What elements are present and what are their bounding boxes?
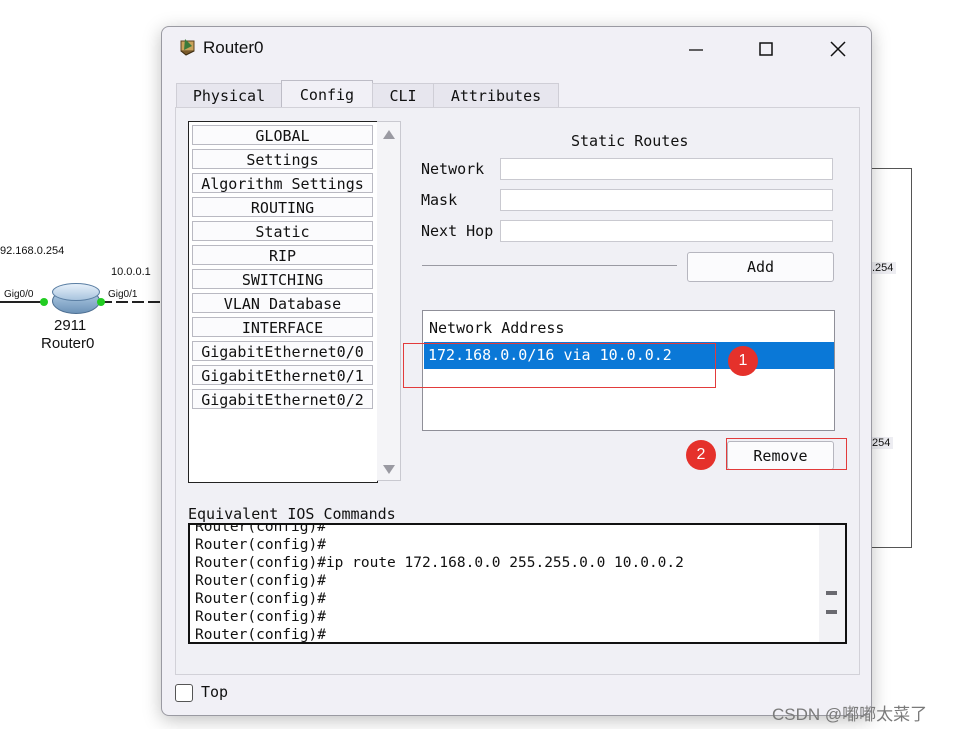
- sidebar-item-global[interactable]: GLOBAL: [192, 125, 373, 145]
- sidebar-item-settings[interactable]: Settings: [192, 149, 373, 169]
- highlight-box-remove: [726, 438, 847, 470]
- maximize-button[interactable]: [753, 37, 779, 61]
- ios-console[interactable]: Router(config)# Router(config)# Router(c…: [188, 523, 847, 644]
- sidebar-item-static[interactable]: Static: [192, 221, 373, 241]
- highlight-box-route: [403, 343, 716, 388]
- scroll-grip-icon: [826, 610, 837, 614]
- maximize-icon: [759, 42, 773, 56]
- port-label-left: Gig0/0: [4, 289, 34, 300]
- window-title: Router0: [203, 38, 264, 57]
- edge-label-2: 254: [869, 437, 894, 449]
- router-config-window: Router0 Physical Config CLI Attributes G…: [161, 26, 872, 716]
- link-right: [100, 301, 160, 303]
- tab-attributes[interactable]: Attributes: [433, 83, 559, 107]
- watermark: CSDN @嘟嘟太菜了: [772, 705, 928, 724]
- list-header: Network Address: [429, 319, 565, 337]
- close-button[interactable]: [825, 37, 851, 61]
- edge-label-1: .254: [869, 262, 897, 274]
- device-model: 2911: [54, 317, 87, 334]
- tab-cli[interactable]: CLI: [372, 83, 434, 107]
- sidebar-item-vlan-database[interactable]: VLAN Database: [192, 293, 373, 313]
- port-status-left: [40, 298, 48, 306]
- console-line: Router(config)#: [195, 627, 326, 643]
- network-label: Network: [421, 160, 485, 178]
- console-line: Router(config)#: [195, 573, 326, 589]
- ip-label-left: 92.168.0.254: [0, 245, 65, 257]
- console-scrollbar[interactable]: [819, 525, 845, 642]
- sidebar-item-gig0-0[interactable]: GigabitEthernet0/0: [192, 341, 373, 361]
- annotation-badge-2: 2: [686, 440, 716, 470]
- static-routes-title: Static Routes: [571, 132, 689, 150]
- config-sidebar: GLOBAL Settings Algorithm Settings ROUTI…: [188, 121, 378, 483]
- background-area: [869, 168, 912, 548]
- tab-physical[interactable]: Physical: [176, 83, 282, 107]
- scroll-grip-icon: [826, 591, 837, 595]
- sidebar-scrollbar[interactable]: [377, 121, 401, 481]
- tab-config[interactable]: Config: [281, 80, 373, 108]
- add-button[interactable]: Add: [687, 252, 834, 282]
- separator: [422, 265, 677, 266]
- minimize-button[interactable]: [683, 37, 709, 61]
- sidebar-item-switching[interactable]: SWITCHING: [192, 269, 373, 289]
- console-line: Router(config)#: [195, 537, 326, 553]
- close-icon: [830, 41, 846, 57]
- console-line: Router(config)#ip route 172.168.0.0 255.…: [195, 555, 684, 571]
- top-label: Top: [201, 683, 229, 701]
- ios-commands-label: Equivalent IOS Commands: [188, 505, 396, 523]
- console-line: Router(config)#: [195, 523, 326, 535]
- mask-label: Mask: [421, 191, 458, 209]
- title-bar[interactable]: Router0: [162, 27, 871, 71]
- sidebar-item-rip[interactable]: RIP: [192, 245, 373, 265]
- ip-label-right: 10.0.0.1: [111, 266, 151, 278]
- minimize-icon: [689, 49, 703, 51]
- port-status-right: [97, 298, 105, 306]
- config-panel: GLOBAL Settings Algorithm Settings ROUTI…: [175, 107, 860, 675]
- scroll-up-icon[interactable]: [383, 130, 395, 139]
- sidebar-item-routing[interactable]: ROUTING: [192, 197, 373, 217]
- console-line: Router(config)#: [195, 591, 326, 607]
- router-icon-top: [52, 283, 100, 301]
- scroll-down-icon[interactable]: [383, 465, 395, 474]
- sidebar-item-algorithm-settings[interactable]: Algorithm Settings: [192, 173, 373, 193]
- next-hop-label: Next Hop: [421, 222, 494, 240]
- console-line: Router(config)#: [195, 609, 326, 625]
- mask-input[interactable]: [500, 189, 833, 211]
- sidebar-item-gig0-2[interactable]: GigabitEthernet0/2: [192, 389, 373, 409]
- sidebar-item-gig0-1[interactable]: GigabitEthernet0/1: [192, 365, 373, 385]
- annotation-badge-1: 1: [728, 346, 758, 376]
- sidebar-item-interface[interactable]: INTERFACE: [192, 317, 373, 337]
- port-label-right: Gig0/1: [108, 289, 138, 300]
- device-name: Router0: [41, 335, 95, 352]
- next-hop-input[interactable]: [500, 220, 833, 242]
- top-checkbox[interactable]: [175, 684, 193, 702]
- router-app-icon: [180, 39, 195, 56]
- network-input[interactable]: [500, 158, 833, 180]
